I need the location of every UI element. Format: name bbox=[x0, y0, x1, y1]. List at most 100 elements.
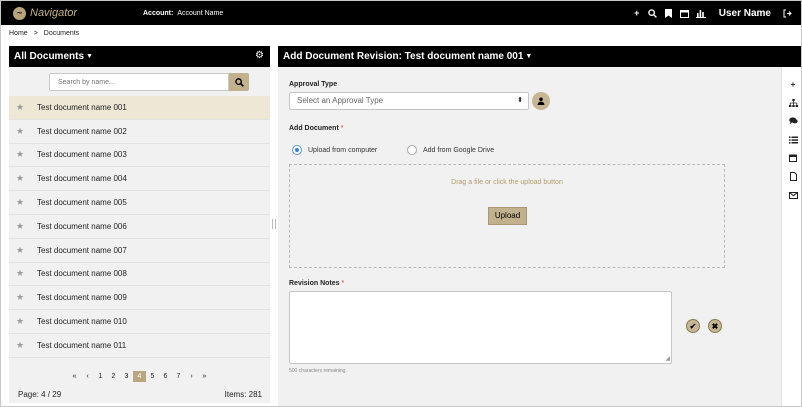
page-button[interactable]: 7 bbox=[172, 371, 185, 382]
top-bar: ~ Navigator Account: Account Name + User… bbox=[1, 1, 801, 25]
google-drive-option[interactable]: Add from Google Drive bbox=[407, 145, 494, 155]
upload-button[interactable]: Upload bbox=[488, 207, 527, 225]
confirm-button[interactable]: ✔ bbox=[686, 319, 700, 333]
document-row[interactable]: ★ Test document name 006 bbox=[9, 215, 270, 239]
approval-type-placeholder: Select an Approval Type bbox=[297, 96, 384, 105]
plus-icon[interactable]: + bbox=[629, 1, 645, 25]
document-row[interactable]: ★ Test document name 002 bbox=[9, 120, 270, 144]
approval-type-label: Approval Type bbox=[289, 81, 338, 88]
cancel-button[interactable]: ✖ bbox=[708, 319, 722, 333]
revision-title[interactable]: Add Document Revision: Test document nam… bbox=[283, 51, 523, 62]
documents-filter-dropdown[interactable]: All Documents bbox=[14, 51, 84, 62]
documents-panel-header: All Documents ▼ ⚙ bbox=[9, 46, 270, 67]
radio-google-drive[interactable] bbox=[407, 145, 417, 155]
revision-notes-textarea[interactable]: ◢ bbox=[289, 291, 672, 364]
document-row[interactable]: ★ Test document name 011 bbox=[9, 334, 270, 358]
page-button[interactable]: 1 bbox=[94, 371, 107, 382]
upload-computer-option[interactable]: Upload from computer bbox=[292, 145, 377, 155]
pagination: «‹ 1 2 3 4 5 6 7 ›» bbox=[9, 371, 270, 382]
top-actions: + User Name bbox=[629, 1, 801, 25]
star-icon[interactable]: ★ bbox=[9, 316, 31, 327]
calendar-icon[interactable] bbox=[782, 149, 801, 168]
search-input[interactable] bbox=[49, 73, 229, 91]
comments-icon[interactable] bbox=[782, 112, 801, 131]
google-drive-label: Add from Google Drive bbox=[423, 146, 495, 154]
calendar-icon[interactable] bbox=[677, 1, 693, 25]
star-icon[interactable]: ★ bbox=[9, 173, 31, 184]
user-menu[interactable]: User Name bbox=[719, 8, 771, 19]
document-row[interactable]: ★ Test document name 009 bbox=[9, 286, 270, 311]
document-name: Test document name 003 bbox=[37, 150, 127, 160]
document-icon[interactable] bbox=[782, 168, 801, 187]
document-row[interactable]: ★ Test document name 004 bbox=[9, 167, 270, 192]
upload-computer-label: Upload from computer bbox=[308, 146, 378, 154]
app-frame: ~ Navigator Account: Account Name + User… bbox=[0, 0, 802, 407]
caret-down-icon[interactable]: ▼ bbox=[86, 53, 93, 60]
page-button[interactable]: 2 bbox=[107, 371, 120, 382]
document-name: Test document name 010 bbox=[37, 317, 127, 327]
dropzone-text: Drag a file or click the upload button bbox=[451, 179, 563, 186]
file-dropzone[interactable]: Drag a file or click the upload button U… bbox=[289, 164, 725, 268]
star-icon[interactable]: ★ bbox=[9, 126, 31, 137]
close-icon: ✖ bbox=[711, 321, 719, 331]
chars-remaining: 500 characters remaining. bbox=[289, 368, 347, 374]
approver-button[interactable] bbox=[532, 92, 550, 110]
page-button[interactable]: 6 bbox=[159, 371, 172, 382]
search-icon[interactable] bbox=[645, 1, 661, 25]
document-name: Test document name 009 bbox=[37, 293, 127, 303]
star-icon[interactable]: ★ bbox=[9, 102, 31, 113]
logout-icon[interactable] bbox=[779, 1, 795, 25]
star-icon[interactable]: ★ bbox=[9, 268, 31, 279]
caret-down-icon[interactable]: ▼ bbox=[525, 53, 532, 60]
revision-notes-label: Revision Notes * bbox=[289, 280, 344, 287]
document-row[interactable]: ★ Test document name 001 bbox=[9, 96, 270, 120]
side-toolbar: + bbox=[781, 67, 801, 406]
document-row[interactable]: ★ Test document name 010 bbox=[9, 310, 270, 334]
first-page-button[interactable]: « bbox=[68, 371, 81, 382]
star-icon[interactable]: ★ bbox=[9, 221, 31, 232]
app-name: Navigator bbox=[30, 7, 78, 19]
list-icon[interactable] bbox=[782, 131, 801, 150]
document-row[interactable]: ★ Test document name 007 bbox=[9, 239, 270, 263]
breadcrumb-separator: > bbox=[33, 30, 38, 37]
document-row[interactable]: ★ Test document name 003 bbox=[9, 144, 270, 168]
add-document-label: Add Document * bbox=[289, 125, 343, 132]
radio-upload-computer[interactable] bbox=[292, 145, 302, 155]
page-button[interactable]: 5 bbox=[146, 371, 159, 382]
panel-resize-handle[interactable] bbox=[272, 219, 276, 229]
breadcrumb-home[interactable]: Home bbox=[9, 30, 28, 37]
bar-chart-icon[interactable] bbox=[693, 1, 709, 25]
document-row[interactable]: ★ Test document name 008 bbox=[9, 263, 270, 287]
star-icon[interactable]: ★ bbox=[9, 292, 31, 303]
document-name: Test document name 007 bbox=[37, 245, 127, 255]
document-row[interactable]: ★ Test document name 005 bbox=[9, 191, 270, 215]
user-icon bbox=[537, 97, 545, 105]
envelope-icon[interactable] bbox=[782, 186, 801, 205]
approval-type-select[interactable]: Select an Approval Type ⬍ bbox=[289, 92, 529, 110]
sitemap-icon[interactable] bbox=[782, 94, 801, 113]
document-name: Test document name 002 bbox=[37, 126, 127, 136]
page-button[interactable]: 3 bbox=[120, 371, 133, 382]
app-logo[interactable]: ~ Navigator bbox=[13, 6, 143, 20]
next-page-button[interactable]: › bbox=[185, 371, 198, 382]
document-name: Test document name 004 bbox=[37, 174, 127, 184]
document-list: ★ Test document name 001 ★ Test document na… bbox=[9, 96, 270, 358]
document-name: Test document name 005 bbox=[37, 198, 127, 208]
resize-grip-icon[interactable]: ◢ bbox=[665, 355, 670, 362]
document-name: Test document name 001 bbox=[37, 102, 127, 112]
last-page-button[interactable]: » bbox=[198, 371, 211, 382]
breadcrumb: Home > Documents bbox=[9, 30, 79, 37]
page-info: Page: 4 / 29 bbox=[18, 390, 62, 399]
star-icon[interactable]: ★ bbox=[9, 340, 31, 351]
bookmark-icon[interactable] bbox=[661, 1, 677, 25]
star-icon[interactable]: ★ bbox=[9, 197, 31, 208]
items-count: Items: 281 bbox=[224, 390, 262, 399]
gear-icon[interactable]: ⚙ bbox=[255, 50, 264, 61]
star-icon[interactable]: ★ bbox=[9, 245, 31, 256]
prev-page-button[interactable]: ‹ bbox=[81, 371, 94, 382]
search-button[interactable] bbox=[229, 73, 249, 91]
search-icon bbox=[234, 77, 244, 87]
star-icon[interactable]: ★ bbox=[9, 149, 31, 160]
page-button[interactable]: 4 bbox=[133, 371, 146, 382]
plus-icon[interactable]: + bbox=[782, 75, 801, 94]
